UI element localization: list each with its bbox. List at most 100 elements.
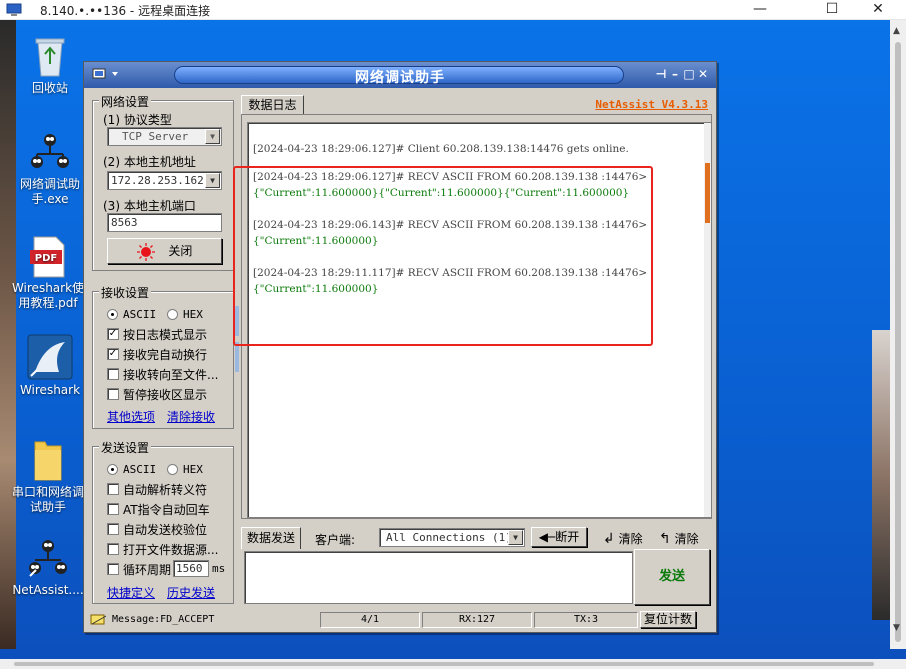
port-input[interactable]: 8563 bbox=[107, 213, 222, 232]
send-checksum-checkbox[interactable] bbox=[107, 523, 119, 535]
pdf-file-icon: PDF bbox=[30, 236, 65, 278]
hscroll-thumb[interactable] bbox=[14, 662, 874, 666]
send-option-label: 打开文件数据源... bbox=[123, 543, 219, 557]
send-bar: 数据发送 客户端: All Connections (1) ▼ ◀─断开 ↲ 清… bbox=[241, 524, 712, 550]
scroll-up-icon[interactable]: ▲ bbox=[893, 26, 900, 36]
send-option-label: AT指令自动回车 bbox=[123, 503, 210, 517]
desktop-icon-netassist[interactable]: NetAssist.... bbox=[10, 536, 86, 598]
remote-desktop-titlebar: 8.140.•.••136 - 远程桌面连接 — ☐ ✕ bbox=[0, 0, 906, 20]
recv-option-label: 接收完自动换行 bbox=[123, 348, 208, 362]
close-icon[interactable]: ✕ bbox=[696, 67, 710, 81]
send-history-link[interactable]: 历史发送 bbox=[167, 584, 215, 601]
status-message: Message:FD_ACCEPT bbox=[112, 614, 215, 625]
recv-option-label: 按日志模式显示 bbox=[123, 328, 208, 342]
minimize-button[interactable]: — bbox=[738, 0, 782, 20]
recv-ascii-radio[interactable] bbox=[107, 309, 118, 320]
send-ascii-radio[interactable] bbox=[107, 464, 118, 475]
chevron-down-icon[interactable]: ▼ bbox=[205, 173, 220, 188]
send-option-label: 自动解析转义符 bbox=[123, 483, 208, 497]
splitter-handle[interactable] bbox=[235, 342, 239, 372]
log-line: [2024-04-23 18:29:06.127]# Client 60.208… bbox=[253, 143, 629, 155]
svg-text:PDF: PDF bbox=[35, 253, 57, 264]
window-controls: ⊣ – □ ✕ bbox=[654, 67, 710, 81]
desktop-icon-wireshark-pdf[interactable]: PDF Wireshark使用教程.pdf bbox=[8, 236, 88, 311]
recycle-bin-icon bbox=[35, 38, 65, 77]
tab-data-send[interactable]: 数据发送 bbox=[241, 527, 301, 549]
host-select[interactable]: 172.28.253.162 ▼ bbox=[107, 171, 222, 190]
send-file-source-checkbox[interactable] bbox=[107, 543, 119, 555]
status-page: 4/1 bbox=[320, 612, 420, 628]
recv-settings-label: 接收设置 bbox=[99, 284, 152, 301]
desktop-horizontal-scrollbar[interactable] bbox=[0, 659, 906, 669]
folder-icon bbox=[34, 441, 62, 481]
net-settings-group: 网络设置 (1) 协议类型 TCP Server ▼ (2) 本地主机地址 17… bbox=[92, 93, 234, 271]
recv-more-options-link[interactable]: 其他选项 bbox=[107, 408, 155, 425]
reset-counter-button[interactable]: 复位计数 bbox=[640, 611, 696, 628]
client-select[interactable]: All Connections (1) ▼ bbox=[379, 528, 525, 547]
recv-log-mode-checkbox[interactable]: ✓ bbox=[107, 328, 119, 340]
send-input[interactable] bbox=[244, 551, 633, 604]
brand-link[interactable]: NetAssist V4.3.13 bbox=[595, 98, 708, 111]
recv-clear-link[interactable]: 清除接收 bbox=[167, 408, 215, 425]
maximize-button[interactable]: ☐ bbox=[810, 0, 854, 20]
network-nodes-icon bbox=[29, 540, 67, 577]
red-light-icon bbox=[136, 242, 155, 261]
netassist-titlebar[interactable]: 网络调试助手 ⊣ – □ ✕ bbox=[84, 62, 716, 88]
send-cycle-unit: ms bbox=[212, 562, 226, 575]
desktop-icon-label: 网络调试助手.exe bbox=[19, 177, 80, 206]
close-connection-button[interactable]: 关闭 bbox=[107, 238, 222, 264]
send-escape-checkbox[interactable] bbox=[107, 483, 119, 495]
scroll-thumb[interactable] bbox=[895, 42, 901, 642]
send-hex-radio[interactable] bbox=[167, 464, 178, 475]
desktop-icon-recycle-bin[interactable]: 回收站 bbox=[12, 34, 88, 96]
recv-auto-newline-checkbox[interactable]: ✓ bbox=[107, 348, 119, 360]
recv-to-file-checkbox[interactable] bbox=[107, 368, 119, 380]
chevron-down-icon[interactable]: ▼ bbox=[205, 129, 220, 144]
tab-data-log[interactable]: 数据日志 bbox=[241, 95, 304, 115]
status-rx: RX:127 bbox=[422, 612, 532, 628]
desktop-icon-label: Wireshark bbox=[19, 383, 81, 397]
maximize-icon[interactable]: □ bbox=[682, 67, 696, 81]
host-value: 172.28.253.162 bbox=[111, 174, 204, 187]
clear-recv-button[interactable]: ↲ 清除 bbox=[603, 530, 643, 547]
protocol-select[interactable]: TCP Server ▼ bbox=[107, 127, 222, 146]
recv-pause-checkbox[interactable] bbox=[107, 388, 119, 400]
client-label: 客户端: bbox=[315, 533, 356, 547]
desktop-icon-wireshark[interactable]: Wireshark bbox=[12, 334, 88, 398]
clear-send-button[interactable]: ↰ 清除 bbox=[659, 530, 699, 547]
close-button[interactable]: ✕ bbox=[856, 0, 900, 20]
corner-arrow-up-icon: ↰ bbox=[659, 531, 671, 547]
recv-option-label: 接收转向至文件... bbox=[123, 368, 219, 382]
send-cycle-checkbox[interactable] bbox=[107, 563, 119, 575]
send-settings-label: 发送设置 bbox=[99, 439, 152, 456]
recv-hex-radio[interactable] bbox=[167, 309, 178, 320]
network-nodes-icon bbox=[31, 134, 69, 168]
scroll-down-icon[interactable]: ▼ bbox=[893, 623, 900, 633]
status-bar: Message:FD_ACCEPT 4/1 RX:127 TX:3 复位计数 bbox=[86, 609, 714, 629]
send-cycle-label: 循环周期 bbox=[123, 563, 172, 577]
close-connection-label: 关闭 bbox=[168, 244, 193, 258]
send-shortcut-link[interactable]: 快捷定义 bbox=[107, 584, 155, 601]
desktop-icon-net-debug-exe[interactable]: 网络调试助手.exe bbox=[12, 130, 88, 207]
send-button[interactable]: 发送 bbox=[634, 549, 710, 605]
minimize-icon[interactable]: – bbox=[668, 67, 682, 81]
desktop-vertical-scrollbar[interactable]: ▲ ▼ bbox=[890, 20, 906, 649]
send-option-label: 自动发送校验位 bbox=[123, 523, 208, 537]
desktop-icon-serial-net-folder[interactable]: 串口和网络调试助手 bbox=[8, 438, 88, 515]
client-value: All Connections (1) bbox=[386, 531, 512, 544]
clear-send-label: 清除 bbox=[674, 532, 699, 546]
log-scroll-thumb[interactable] bbox=[705, 163, 710, 223]
send-cycle-input[interactable]: 1560 bbox=[173, 560, 209, 577]
chevron-down-icon[interactable]: ▼ bbox=[508, 530, 523, 545]
disconnect-label: 断开 bbox=[555, 530, 580, 544]
remote-desktop-title: 8.140.•.••136 - 远程桌面连接 bbox=[40, 4, 211, 18]
send-hex-label: HEX bbox=[183, 463, 203, 476]
send-settings-group: 发送设置 ASCII HEX 自动解析转义符 AT指令自动回车 自动发送校验位 … bbox=[92, 439, 234, 604]
pin-icon[interactable]: ⊣ bbox=[654, 67, 668, 81]
log-vertical-scrollbar[interactable] bbox=[704, 123, 711, 517]
disconnect-button[interactable]: ◀─断开 bbox=[531, 527, 587, 547]
corner-arrow-icon: ↲ bbox=[603, 531, 615, 547]
netassist-window: 网络调试助手 ⊣ – □ ✕ 网络设置 (1) 协议类型 TCP Server ▼ (… bbox=[83, 61, 717, 633]
send-at-cr-checkbox[interactable] bbox=[107, 503, 119, 515]
recv-option-label: 暂停接收区显示 bbox=[123, 388, 208, 402]
